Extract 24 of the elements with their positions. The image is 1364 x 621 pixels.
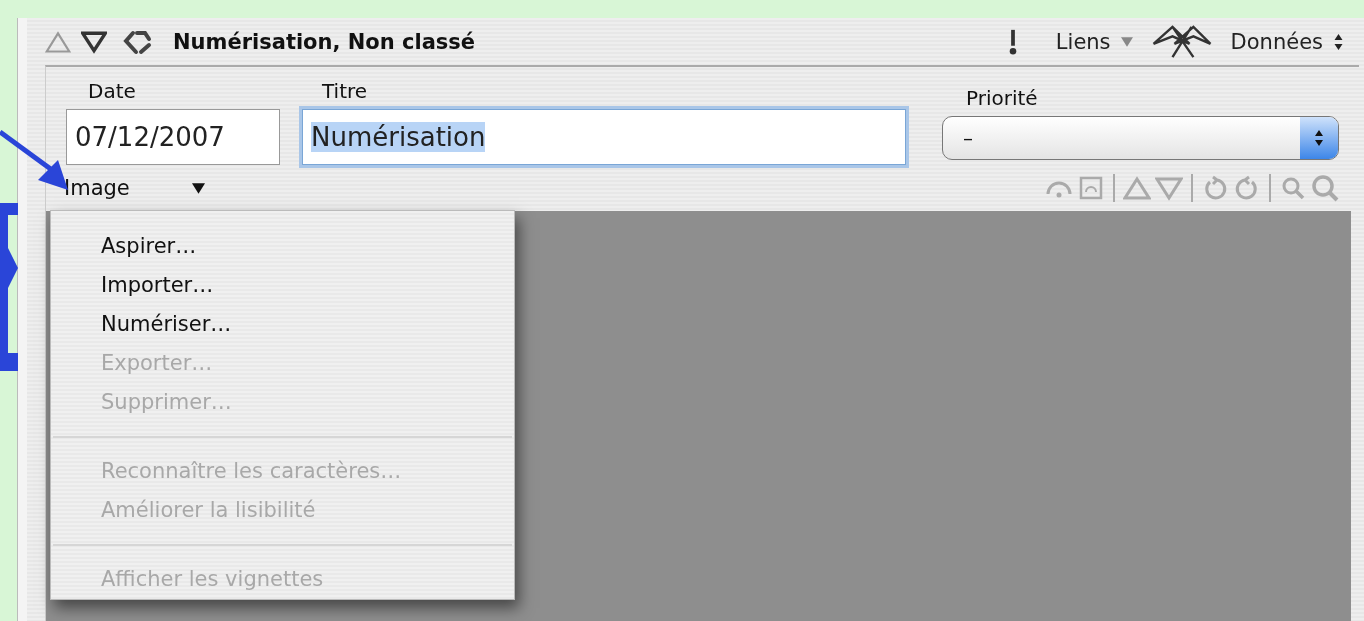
priority-dropdown[interactable]: – — [942, 116, 1339, 160]
caret-icon — [1120, 35, 1133, 48]
image-menu-button[interactable]: Image — [64, 176, 205, 200]
frame-icon[interactable] — [1077, 174, 1105, 202]
title-label: Titre — [321, 79, 369, 103]
up-down-arrows-icon — [1333, 32, 1344, 51]
up-triangle-icon[interactable] — [1123, 174, 1151, 202]
menu-item[interactable]: Aspirer… — [51, 227, 514, 266]
menu-item[interactable]: Numériser… — [51, 305, 514, 344]
title-field[interactable]: Numérisation — [302, 109, 906, 165]
record-title: Numérisation, Non classé — [173, 29, 476, 54]
exclamation-icon[interactable] — [1007, 27, 1018, 56]
priority-label: Priorité — [965, 86, 1039, 110]
up-down-arrows-icon — [1314, 129, 1324, 147]
down-triangle-icon[interactable] — [81, 29, 107, 54]
up-triangle-icon[interactable] — [45, 29, 71, 54]
zoom-in-icon[interactable] — [1311, 174, 1339, 202]
menu-item[interactable]: Importer… — [51, 266, 514, 305]
network-icon[interactable] — [1150, 22, 1213, 61]
date-label: Date — [87, 79, 137, 103]
links-menu-button[interactable]: Liens — [1055, 29, 1133, 54]
date-field[interactable]: 07/12/2007 — [66, 109, 280, 165]
data-menu-button[interactable]: Données — [1230, 29, 1344, 54]
caret-icon — [191, 181, 205, 195]
